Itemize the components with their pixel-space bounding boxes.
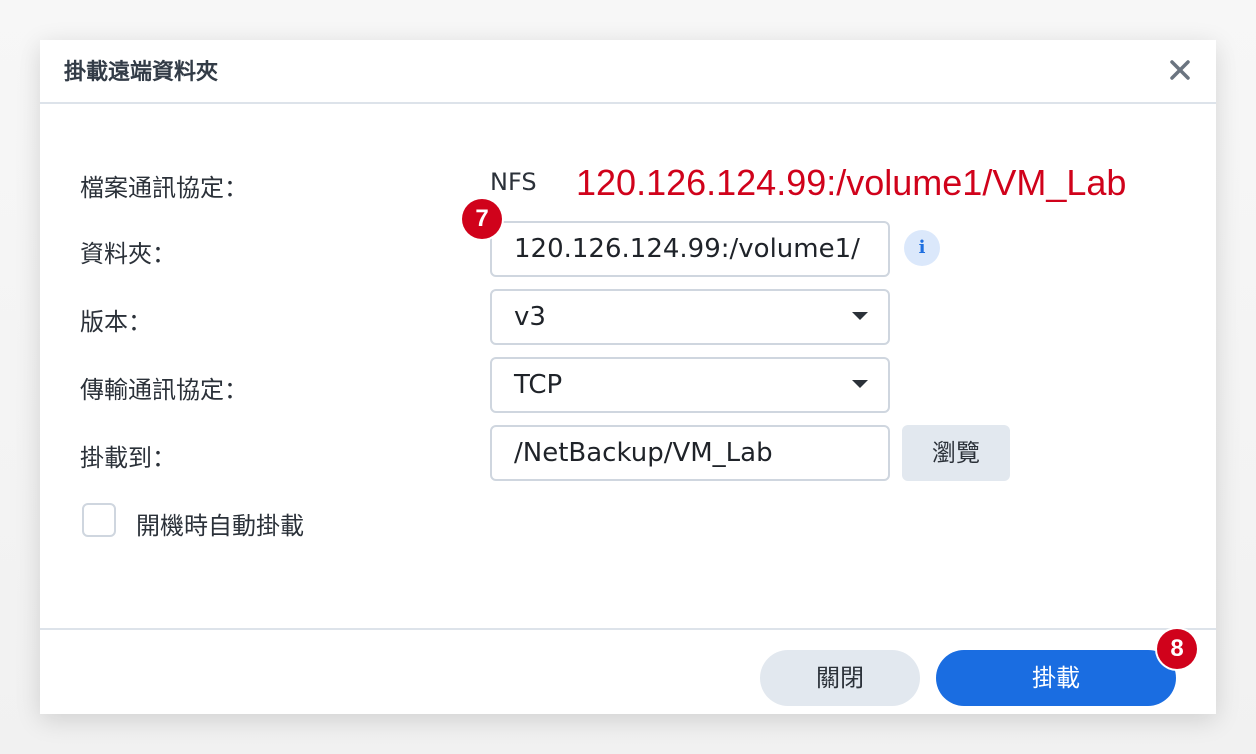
version-value: v3 [514, 302, 546, 332]
version-label: 版本： [80, 308, 152, 336]
screen: 掛載遠端資料夾 檔案通訊協定： NFS 120.126.124.99:/volu… [0, 0, 1256, 754]
transport-label: 傳輸通訊協定： [80, 376, 248, 404]
close-icon[interactable] [1160, 50, 1200, 90]
browse-button[interactable]: 瀏覽 [902, 425, 1010, 481]
transport-value: TCP [514, 370, 563, 400]
mount-to-input[interactable]: /NetBackup/VM_Lab [490, 425, 890, 481]
mount-remote-folder-dialog: 掛載遠端資料夾 檔案通訊協定： NFS 120.126.124.99:/volu… [40, 40, 1216, 714]
chevron-down-icon [852, 312, 868, 320]
protocol-value: NFS [490, 168, 537, 196]
folder-input[interactable]: 120.126.124.99:/volume1/ [490, 221, 890, 277]
protocol-label: 檔案通訊協定： [80, 174, 248, 202]
mount-to-label: 掛載到： [80, 444, 176, 472]
version-select[interactable]: v3 [490, 289, 890, 345]
auto-mount-checkbox[interactable] [82, 503, 116, 537]
annotation-badge-8: 8 [1157, 629, 1197, 669]
dialog-title: 掛載遠端資料夾 [64, 60, 219, 85]
dialog-titlebar: 掛載遠端資料夾 [40, 40, 1216, 104]
chevron-down-icon [852, 380, 868, 388]
transport-select[interactable]: TCP [490, 357, 890, 413]
dialog-footer: 關閉 掛載 [40, 628, 1216, 714]
close-button[interactable]: 關閉 [760, 650, 920, 706]
auto-mount-label[interactable]: 開機時自動掛載 [136, 506, 304, 541]
annotation-badge-7: 7 [462, 199, 502, 239]
annotation-path-text: 120.126.124.99:/volume1/VM_Lab [576, 162, 1127, 203]
info-icon[interactable]: i [904, 230, 940, 266]
mount-button[interactable]: 掛載 [936, 650, 1176, 706]
folder-label: 資料夾： [80, 240, 176, 268]
